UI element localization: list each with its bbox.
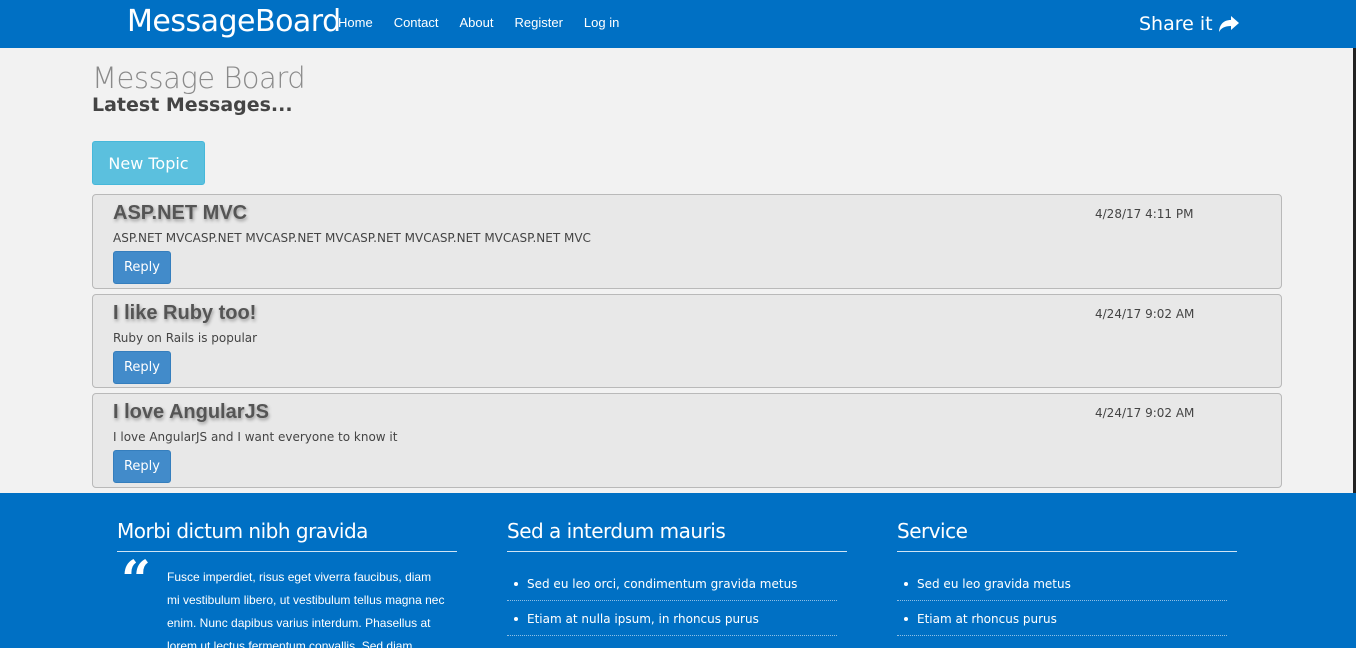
reply-button[interactable]: Reply: [113, 351, 171, 384]
nav-contact[interactable]: Contact: [394, 15, 439, 30]
brand-logo[interactable]: MessageBoard: [127, 4, 341, 39]
footer-link[interactable]: Sed eu leo orci, condimentum gravida met…: [507, 566, 837, 601]
quote-icon: “: [121, 550, 151, 611]
footer-link[interactable]: Fusce vel magna faucibus felis dapibus f…: [507, 636, 837, 648]
topic-title[interactable]: I like Ruby too!: [113, 302, 256, 325]
site-footer: Morbi dictum nibh gravida “ Fusce imperd…: [0, 493, 1356, 648]
footer-heading: Sed a interdum mauris: [507, 519, 847, 552]
share-arrow-icon: [1218, 16, 1239, 32]
topic-card: ASP.NET MVC 4/28/17 4:11 PM ASP.NET MVCA…: [92, 194, 1282, 289]
footer-heading: Morbi dictum nibh gravida: [117, 519, 457, 552]
topic-title[interactable]: I love AngularJS: [113, 401, 269, 424]
footer-link[interactable]: Etiam at rhoncus purus: [897, 601, 1227, 636]
footer-link[interactable]: Sed eu leo gravida metus: [897, 566, 1227, 601]
reply-button[interactable]: Reply: [113, 450, 171, 483]
topic-card: I love AngularJS 4/24/17 9:02 AM I love …: [92, 393, 1282, 488]
page-title: Message Board: [92, 61, 306, 95]
footer-link-list: Sed eu leo orci, condimentum gravida met…: [507, 566, 847, 648]
nav-login[interactable]: Log in: [584, 15, 619, 30]
topic-title[interactable]: ASP.NET MVC: [113, 202, 247, 225]
reply-button[interactable]: Reply: [113, 251, 171, 284]
topic-body: ASP.NET MVCASP.NET MVCASP.NET MVCASP.NET…: [113, 231, 591, 245]
footer-link-list: Sed eu leo gravida metus Etiam at rhoncu…: [897, 566, 1237, 648]
topic-body: I love AngularJS and I want everyone to …: [113, 430, 398, 444]
main-nav: Home Contact About Register Log in: [338, 15, 640, 30]
topic-date: 4/24/17 9:02 AM: [1095, 406, 1195, 420]
share-label: Share it: [1139, 13, 1213, 35]
site-header: MessageBoard Home Contact About Register…: [0, 0, 1356, 48]
nav-home[interactable]: Home: [338, 15, 373, 30]
topic-card: I like Ruby too! 4/24/17 9:02 AM Ruby on…: [92, 294, 1282, 388]
share-link[interactable]: Share it: [1139, 13, 1240, 35]
page-subtitle: Latest Messages...: [92, 94, 293, 116]
topic-date: 4/28/17 4:11 PM: [1095, 207, 1194, 221]
topic-date: 4/24/17 9:02 AM: [1095, 307, 1195, 321]
footer-heading: Service: [897, 519, 1237, 552]
footer-link[interactable]: Etiam at nulla ipsum, in rhoncus purus: [507, 601, 837, 636]
footer-column-links: Sed a interdum mauris Sed eu leo orci, c…: [507, 493, 847, 648]
nav-about[interactable]: About: [460, 15, 494, 30]
footer-column-quote: Morbi dictum nibh gravida “ Fusce imperd…: [117, 493, 457, 648]
main-content: Message Board Latest Messages... New Top…: [92, 60, 1282, 488]
footer-quote: Fusce imperdiet, risus eget viverra fauc…: [167, 570, 445, 648]
footer-column-service: Service Sed eu leo gravida metus Etiam a…: [897, 493, 1237, 648]
nav-register[interactable]: Register: [514, 15, 562, 30]
new-topic-button[interactable]: New Topic: [92, 141, 205, 185]
topic-body: Ruby on Rails is popular: [113, 331, 258, 345]
footer-link[interactable]: Fusce vel dapibus facilisis: [897, 636, 1227, 648]
